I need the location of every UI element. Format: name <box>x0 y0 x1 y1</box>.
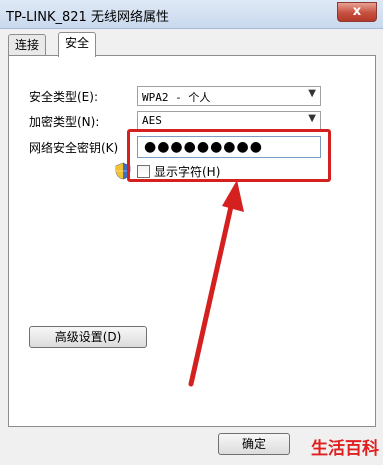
show-characters-label: 显示字符(H) <box>154 165 221 179</box>
security-type-select[interactable]: WPA2 - 个人 ▼ <box>137 86 321 106</box>
security-type-label: 安全类型(E): <box>29 90 98 104</box>
close-button[interactable]: x <box>337 2 377 22</box>
tab-security[interactable]: 安全 <box>58 32 97 57</box>
encryption-type-select[interactable]: AES ▼ <box>137 111 321 131</box>
show-characters-checkbox[interactable] <box>137 165 150 178</box>
window-title: TP-LINK_821 无线网络属性 <box>6 10 169 25</box>
network-key-input[interactable]: ●●●●●●●●● <box>137 136 321 158</box>
watermark: 生活百科 <box>311 439 379 459</box>
chevron-down-icon: ▼ <box>308 88 316 99</box>
encryption-type-value: AES <box>142 114 162 127</box>
security-type-value: WPA2 - 个人 <box>142 91 211 104</box>
chevron-down-icon: ▼ <box>308 113 316 124</box>
advanced-settings-button[interactable]: 高级设置(D) <box>29 326 147 348</box>
security-panel: 安全类型(E): WPA2 - 个人 ▼ 加密类型(N): AES ▼ 网络安全… <box>8 55 376 427</box>
encryption-type-label: 加密类型(N): <box>29 115 100 129</box>
tab-connection[interactable]: 连接 <box>8 34 47 55</box>
ok-button[interactable]: 确定 <box>218 433 290 455</box>
close-icon: x <box>352 4 362 19</box>
window-titlebar: TP-LINK_821 无线网络属性 x <box>0 0 383 29</box>
uac-shield-icon <box>115 162 131 180</box>
network-key-label: 网络安全密钥(K) <box>29 141 119 155</box>
network-key-value: ●●●●●●●●● <box>144 139 263 155</box>
